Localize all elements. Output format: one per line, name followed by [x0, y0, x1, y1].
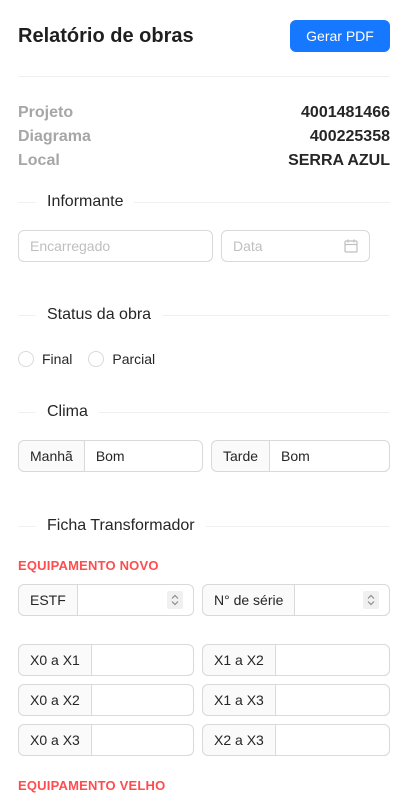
info-row-projeto: Projeto 4001481466 — [18, 104, 390, 122]
x0-x3-field: X0 a X3 — [18, 724, 194, 756]
header: Relatório de obras Gerar PDF — [18, 20, 390, 52]
x0-x3-label: X0 a X3 — [18, 724, 91, 756]
section-heading: Clima — [47, 403, 88, 420]
estf-field: ESTF — [18, 584, 194, 616]
info-label: Local — [18, 152, 60, 169]
stepper-icon[interactable] — [363, 591, 379, 609]
radio-label: Final — [42, 351, 73, 367]
manha-select[interactable]: Bom — [83, 440, 203, 472]
status-radio-group: Final Parcial — [18, 349, 171, 369]
radio-label: Parcial — [112, 351, 156, 367]
section-divider-transformador: Ficha Transformador — [18, 514, 390, 538]
calendar-icon — [344, 239, 358, 253]
x0-x1-input[interactable] — [90, 644, 194, 676]
info-value: 4001481466 — [301, 104, 390, 121]
info-label: Projeto — [18, 104, 74, 121]
x0-x2-field: X0 a X2 — [18, 684, 194, 716]
section-divider-informante: Informante — [18, 190, 390, 214]
info-label: Diagrama — [18, 128, 91, 145]
radio-circle[interactable] — [88, 351, 105, 367]
x2-x3-label: X2 a X3 — [202, 724, 275, 756]
x0-x2-input[interactable] — [90, 684, 194, 716]
stepper-icon[interactable] — [167, 591, 183, 609]
x0-x1-label: X0 a X1 — [18, 644, 91, 676]
x1-x2-input[interactable] — [274, 644, 390, 676]
serie-field: N° de série — [202, 584, 390, 616]
date-placeholder: Data — [233, 238, 263, 254]
radio-parcial[interactable]: Parcial — [88, 351, 155, 367]
tarde-label: Tarde — [211, 440, 270, 472]
x1-x2-field: X1 a X2 — [202, 644, 390, 676]
x2-x3-field: X2 a X3 — [202, 724, 390, 756]
serie-label: N° de série — [202, 584, 295, 616]
x0-x2-label: X0 a X2 — [18, 684, 91, 716]
estf-label: ESTF — [18, 584, 77, 616]
date-picker[interactable]: Data — [221, 230, 370, 262]
manha-label: Manhã — [18, 440, 84, 472]
section-divider-clima: Clima — [18, 400, 390, 424]
section-heading: Status da obra — [47, 306, 152, 323]
novo-equipment-label: EQUIPAMENTO NOVO — [18, 558, 159, 573]
section-heading: Informante — [47, 193, 124, 210]
radio-circle[interactable] — [18, 351, 34, 367]
header-divider — [18, 76, 390, 77]
velho-equipment-label: EQUIPAMENTO VELHO — [18, 778, 166, 793]
info-value: SERRA AZUL — [288, 152, 390, 169]
page-title: Relatório de obras — [18, 24, 194, 47]
encarregado-input[interactable]: Encarregado — [18, 230, 213, 262]
clima-tarde-field: Tarde Bom — [211, 440, 390, 472]
x1-x2-label: X1 a X2 — [202, 644, 275, 676]
info-row-diagrama: Diagrama 400225358 — [18, 128, 390, 146]
x1-x3-field: X1 a X3 — [202, 684, 390, 716]
x1-x3-label: X1 a X3 — [202, 684, 275, 716]
clima-manha-field: Manhã Bom — [18, 440, 203, 472]
x0-x3-input[interactable] — [90, 724, 194, 756]
x0-x1-field: X0 a X1 — [18, 644, 194, 676]
section-divider-status: Status da obra — [18, 303, 390, 327]
info-row-local: Local SERRA AZUL — [18, 152, 390, 170]
info-value: 400225358 — [309, 128, 390, 145]
radio-final[interactable]: Final — [18, 351, 72, 367]
encarregado-placeholder: Encarregado — [30, 238, 111, 254]
x2-x3-input[interactable] — [274, 724, 390, 756]
tarde-select[interactable]: Bom — [269, 440, 390, 472]
x1-x3-input[interactable] — [274, 684, 390, 716]
estf-number-input[interactable] — [76, 584, 194, 616]
serie-number-input[interactable] — [294, 584, 390, 616]
section-heading: Ficha Transformador — [47, 517, 195, 534]
generate-pdf-button[interactable]: Gerar PDF — [290, 20, 390, 52]
